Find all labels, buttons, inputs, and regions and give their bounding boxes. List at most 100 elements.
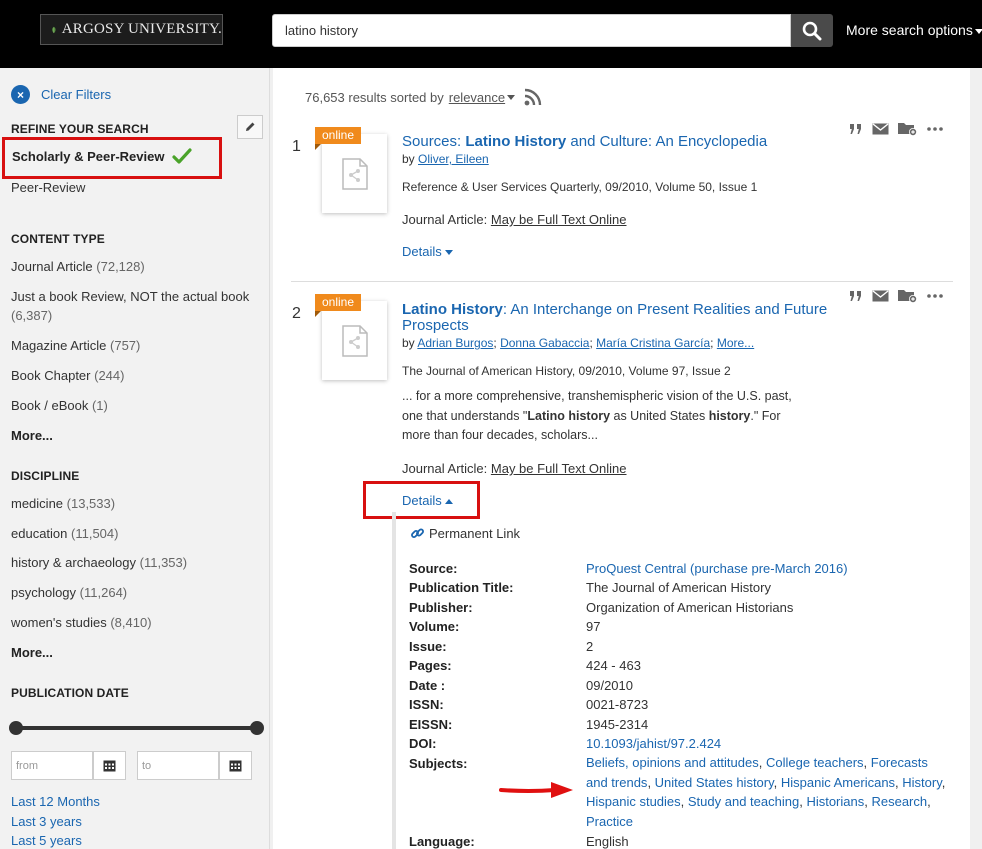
date-from-calendar-button[interactable] [93,751,126,780]
facet-education[interactable]: education (11,504) [11,526,118,541]
facet-book-review-count[interactable]: (6,387) [11,308,52,323]
result-thumbnail[interactable] [322,134,387,213]
facet-count: (11,353) [139,555,188,570]
peer-review-filter[interactable]: Peer-Review [11,180,85,195]
subject-link[interactable]: Hispanic Americans [781,775,895,790]
detail-source-link[interactable]: ProQuest Central (purchase pre-March 201… [586,561,848,576]
clear-filters-button[interactable]: × Clear Filters [11,85,111,104]
date-to-input[interactable]: to [137,751,219,780]
result-tools [849,288,943,303]
date-to-calendar-button[interactable] [219,751,252,780]
facet-book-ebook[interactable]: Book / eBook (1) [11,398,108,413]
content-type-more-link[interactable]: More... [11,428,53,443]
more-search-options[interactable]: More search options [846,22,982,38]
subject-link[interactable]: United States history [655,775,774,790]
edit-filters-button[interactable] [237,115,263,139]
title-part: and Culture: An Encyclopedia [566,133,768,150]
result-source: The Journal of American History, 09/2010… [402,364,731,378]
calendar-icon [103,760,116,772]
details-label: Details [402,244,442,259]
detail-value: English [586,834,629,849]
email-icon[interactable] [872,289,889,302]
facet-book-chapter[interactable]: Book Chapter (244) [11,368,124,383]
detail-value: 1945-2314 [586,717,649,732]
university-logo[interactable]: ARGOSY UNIVERSITY. [40,14,223,45]
facet-book-review[interactable]: Just a book Review, NOT the actual book [11,289,249,304]
quote-icon[interactable] [849,290,863,302]
subject-link[interactable]: Hispanic studies [586,794,681,809]
close-icon: × [11,85,30,104]
more-actions-icon[interactable] [927,293,943,298]
facet-label: Magazine Article [11,338,107,353]
title-highlight: Latino History [465,133,567,150]
facet-label: Book / eBook [11,398,89,413]
discipline-more-link[interactable]: More... [11,645,53,660]
result-number: 1 [292,138,301,155]
date-last-5-years[interactable]: Last 5 years [11,833,82,848]
detail-doi-link[interactable]: 10.1093/jahist/97.2.424 [586,736,721,751]
detail-label: Pages: [409,658,452,673]
detail-label: Language: [409,834,475,849]
result-title-1[interactable]: Sources: Latino History and Culture: An … [402,134,767,150]
author-link[interactable]: Adrian Burgos [417,336,493,350]
quote-icon[interactable] [849,123,863,135]
check-icon [172,148,193,164]
permanent-link[interactable]: Permanent Link [410,526,520,541]
author-link[interactable]: María Cristina García [596,336,710,350]
subject-link[interactable]: Historians [806,794,864,809]
details-toggle[interactable]: Details [402,244,453,259]
more-search-options-label: More search options [846,22,973,38]
facet-count: (13,533) [66,496,116,511]
facet-womens-studies[interactable]: women's studies (8,410) [11,615,152,630]
snippet-highlight: Latino history [527,409,611,423]
subject-link[interactable]: Study and teaching [688,794,799,809]
author-link[interactable]: Oliver, Eileen [418,152,489,166]
date-slider-track[interactable] [16,726,258,730]
subject-link[interactable]: College teachers [766,755,864,770]
rss-icon[interactable] [524,88,542,106]
result-tools [849,121,943,136]
facet-journal-article[interactable]: Journal Article (72,128) [11,259,145,274]
date-from-input[interactable]: from [11,751,93,780]
facet-label: medicine [11,496,64,511]
details-toggle[interactable]: Details [402,493,453,508]
subject-link[interactable]: Practice [586,814,633,829]
facet-count: (6,387) [11,308,53,323]
scholarly-filter[interactable]: Scholarly & Peer-Review [12,148,193,165]
add-folder-icon[interactable] [898,121,918,136]
result-number: 2 [292,305,301,322]
facet-magazine-article[interactable]: Magazine Article (757) [11,338,140,353]
facet-medicine[interactable]: medicine (13,533) [11,496,115,511]
more-authors-link[interactable]: More... [717,336,754,350]
subject-link[interactable]: History [902,775,941,790]
date-slider-start-handle[interactable] [9,721,23,735]
leaf-logo-icon [52,26,56,33]
author-link[interactable]: Donna Gabaccia [500,336,589,350]
facet-count: (757) [110,338,141,353]
facet-label: history & archaeology [11,555,137,570]
date-last-3-years[interactable]: Last 3 years [11,814,82,829]
subject-link[interactable]: Beliefs, opinions and attitudes [586,755,759,770]
date-slider-end-handle[interactable] [250,721,264,735]
detail-label: Date : [409,678,446,693]
result-type: Journal Article: May be Full Text Online [402,461,627,476]
search-button[interactable] [791,14,833,47]
result-title-2[interactable]: Latino History: An Interchange on Presen… [402,302,827,318]
facet-label: education [11,526,68,541]
detail-value: 0021-8723 [586,697,649,712]
document-icon [341,157,368,190]
email-icon[interactable] [872,122,889,135]
add-folder-icon[interactable] [898,288,918,303]
more-actions-icon[interactable] [927,126,943,131]
subject-link[interactable]: Research [871,794,927,809]
date-last-12-months[interactable]: Last 12 Months [11,794,100,809]
fulltext-link[interactable]: May be Full Text Online [491,461,627,476]
sort-dropdown[interactable]: relevance [449,90,505,105]
result-thumbnail[interactable] [322,301,387,380]
fulltext-link[interactable]: May be Full Text Online [491,212,627,227]
snippet-part: one that understands " [402,409,528,423]
result-title-2-line2[interactable]: Prospects [402,318,469,334]
facet-history-archaeology[interactable]: history & archaeology (11,353) [11,555,187,570]
facet-psychology[interactable]: psychology (11,264) [11,585,127,600]
search-input[interactable]: latino history [272,14,791,47]
